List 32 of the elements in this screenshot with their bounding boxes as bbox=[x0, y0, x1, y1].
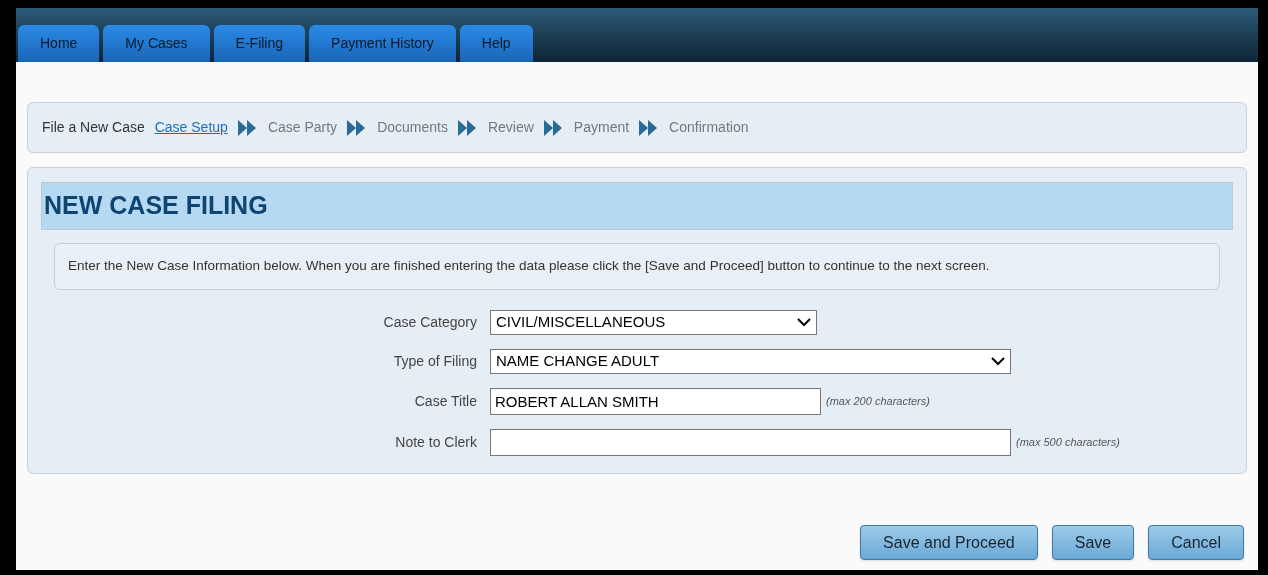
field-label: Type of Filing bbox=[392, 352, 478, 371]
action-button[interactable]: Save and Proceed bbox=[860, 525, 1038, 560]
field-label: Note to Clerk bbox=[394, 433, 478, 452]
dropdown[interactable]: CIVIL/MISCELLANEOUS bbox=[490, 310, 817, 335]
nav-tab[interactable]: E-Filing bbox=[213, 25, 306, 62]
step-link[interactable]: Review bbox=[487, 117, 534, 138]
step-link[interactable]: Documents bbox=[377, 117, 448, 138]
instructions-text: Enter the New Case Information below. When you are finished entering the data please click the [Save and Proceed] button to continue to the next screen. bbox=[68, 257, 990, 276]
step-link[interactable]: Payment bbox=[573, 117, 630, 138]
input-field[interactable] bbox=[490, 429, 1011, 456]
action-button[interactable]: Cancel bbox=[1148, 525, 1244, 560]
chevron-down-icon bbox=[991, 357, 1005, 366]
chevron-down-icon bbox=[797, 318, 811, 327]
field-label: Case Title bbox=[413, 392, 478, 411]
nav-tab[interactable]: Home bbox=[18, 25, 100, 62]
step-link[interactable]: Case Setup bbox=[154, 117, 228, 138]
double-arrow-icon bbox=[237, 118, 258, 137]
dropdown[interactable]: NAME CHANGE ADULT bbox=[490, 349, 1011, 374]
hint-text: (max 500 characters) bbox=[1016, 435, 1120, 451]
steps-label: File a New Case bbox=[42, 118, 145, 137]
step-link[interactable]: Case Party bbox=[267, 117, 338, 138]
field-label: Case Category bbox=[382, 313, 478, 332]
step-link[interactable]: Confirmation bbox=[669, 117, 749, 138]
double-arrow-icon bbox=[457, 118, 478, 137]
nav-tab[interactable]: My Cases bbox=[103, 25, 210, 62]
hint-text: (max 200 characters) bbox=[826, 394, 930, 410]
section-title: NEW CASE FILING bbox=[44, 190, 268, 222]
nav-tab[interactable]: Payment History bbox=[309, 25, 456, 62]
input-field[interactable]: ROBERT ALLAN SMITH bbox=[490, 388, 821, 415]
double-arrow-icon bbox=[543, 118, 564, 137]
nav-tab[interactable]: Help bbox=[459, 25, 533, 62]
action-button[interactable]: Save bbox=[1051, 525, 1135, 560]
